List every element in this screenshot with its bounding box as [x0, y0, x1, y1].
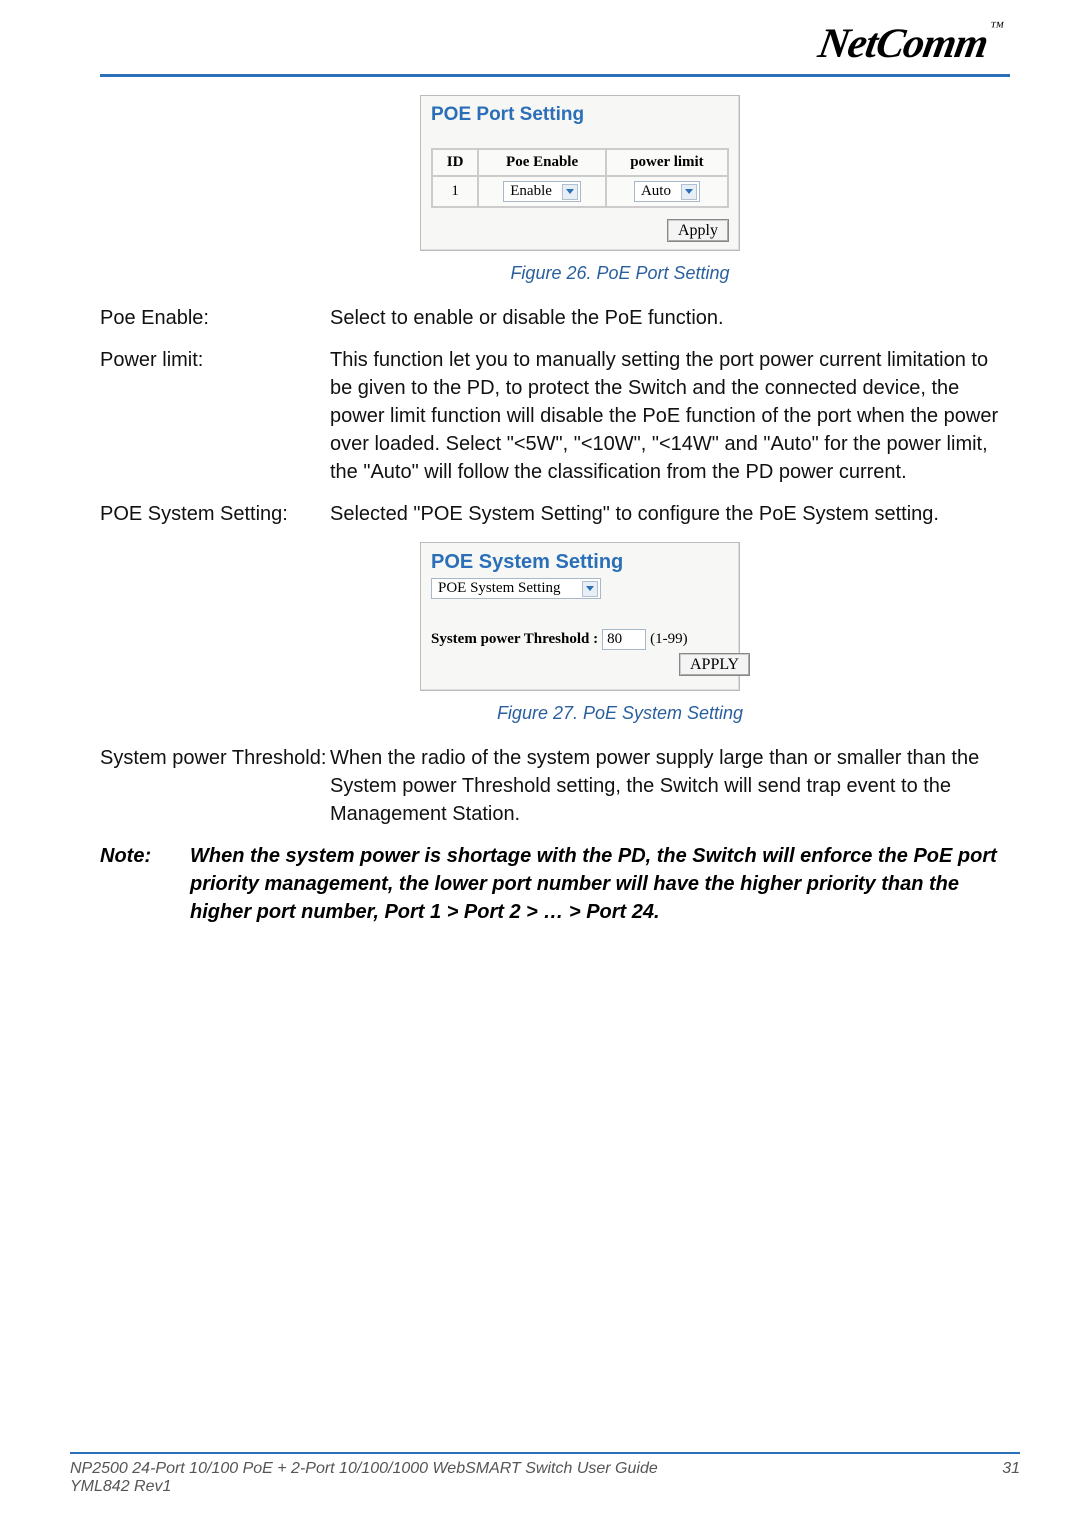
header-divider: [100, 74, 1010, 77]
term-power-limit: Power limit:: [100, 346, 330, 374]
chevron-down-icon: [681, 184, 697, 200]
system-power-threshold-row: System power Threshold : (1-99): [421, 629, 739, 656]
def-poe-enable: Poe Enable: Select to enable or disable …: [100, 304, 1010, 332]
poe-port-setting-title: POE Port Setting: [421, 96, 739, 148]
term-poe-enable: Poe Enable:: [100, 304, 330, 332]
header: NetComm™: [100, 20, 1010, 68]
brand-logo: NetComm™: [815, 20, 1004, 68]
col-poe-enable: Poe Enable: [478, 149, 606, 176]
term-poe-system: POE System Setting:: [100, 500, 330, 528]
body-poe-system: Selected "POE System Setting" to configu…: [330, 500, 1010, 528]
poe-enable-select[interactable]: Enable: [503, 181, 581, 202]
apply-button[interactable]: APPLY: [679, 653, 750, 676]
def-system-power-threshold: System power Threshold: When the radio o…: [100, 744, 1010, 828]
col-id: ID: [432, 149, 478, 176]
col-power-limit: power limit: [606, 149, 728, 176]
cell-id: 1: [432, 176, 478, 207]
brand-text: NetComm: [815, 21, 991, 67]
poe-port-setting-panel: POE Port Setting ID Poe Enable power lim…: [420, 95, 740, 251]
threshold-label: System power Threshold :: [431, 631, 598, 648]
note-block: Note: When the system power is shortage …: [100, 842, 1010, 926]
body-poe-enable: Select to enable or disable the PoE func…: [330, 304, 1010, 332]
threshold-input[interactable]: [602, 629, 646, 650]
poe-system-select-value: POE System Setting: [438, 580, 561, 597]
poe-system-setting-panel: POE System Setting POE System Setting Sy…: [420, 542, 740, 691]
poe-system-select[interactable]: POE System Setting: [431, 578, 601, 599]
footer-guide: NP2500 24-Port 10/100 PoE + 2-Port 10/10…: [70, 1460, 658, 1478]
footer-page-number: 31: [1002, 1460, 1020, 1478]
power-limit-select[interactable]: Auto: [634, 181, 700, 202]
def-power-limit: Power limit: This function let you to ma…: [100, 346, 1010, 486]
term-sys-power: System power Threshold:: [100, 744, 330, 772]
threshold-range: (1-99): [650, 631, 688, 648]
power-limit-value: Auto: [641, 183, 671, 200]
body-power-limit: This function let you to manually settin…: [330, 346, 1010, 486]
poe-system-setting-title: POE System Setting: [421, 543, 739, 578]
figure-27-caption: Figure 27. PoE System Setting: [230, 703, 1010, 724]
table-header-row: ID Poe Enable power limit: [432, 149, 728, 176]
footer-divider: [70, 1452, 1020, 1454]
poe-port-table: ID Poe Enable power limit 1 Enable Au: [431, 148, 729, 208]
brand-tm: ™: [989, 20, 1004, 35]
chevron-down-icon: [582, 581, 598, 597]
def-poe-system: POE System Setting: Selected "POE System…: [100, 500, 1010, 528]
figure-26-caption: Figure 26. PoE Port Setting: [230, 263, 1010, 284]
cell-enable: Enable: [478, 176, 606, 207]
chevron-down-icon: [562, 184, 578, 200]
table-row: 1 Enable Auto: [432, 176, 728, 207]
footer-revision: YML842 Rev1: [70, 1478, 1020, 1496]
note-body: When the system power is shortage with t…: [190, 842, 1010, 926]
note-label: Note:: [100, 842, 190, 926]
cell-limit: Auto: [606, 176, 728, 207]
body-sys-power: When the radio of the system power suppl…: [330, 744, 1010, 828]
poe-enable-value: Enable: [510, 183, 552, 200]
page-footer: NP2500 24-Port 10/100 PoE + 2-Port 10/10…: [70, 1452, 1020, 1496]
apply-button[interactable]: Apply: [667, 219, 729, 242]
